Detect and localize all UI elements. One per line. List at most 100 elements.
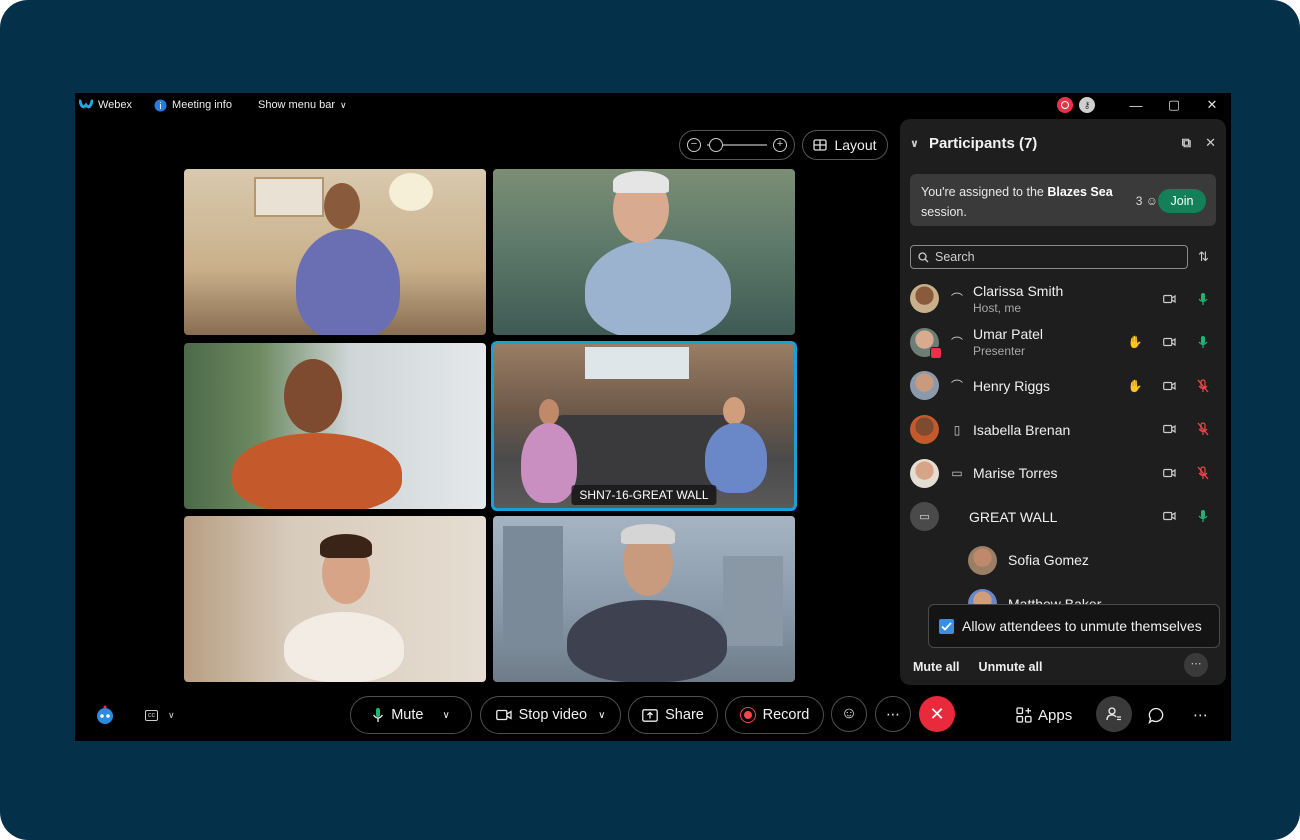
- minimize-button[interactable]: —: [1117, 93, 1155, 117]
- allow-unmute-option[interactable]: Allow attendees to unmute themselves: [928, 604, 1220, 648]
- join-session-button[interactable]: Join: [1158, 189, 1206, 213]
- overflow-menu-button[interactable]: ⋯: [1193, 696, 1208, 734]
- captions-button[interactable]: cc ∨: [145, 696, 175, 734]
- webex-assistant-icon: [97, 705, 113, 724]
- record-button[interactable]: Record: [725, 696, 824, 734]
- sort-icon[interactable]: ⇅: [1198, 249, 1209, 265]
- participant-row[interactable]: Sofia Gomez: [900, 539, 1226, 583]
- participant-name: Henry Riggs: [973, 377, 1051, 394]
- avatar: [910, 284, 939, 314]
- participant-name: Marise Torres: [973, 465, 1058, 482]
- zoom-slider[interactable]: [707, 138, 767, 152]
- video-camera-icon: [1162, 292, 1176, 306]
- tile-person-head: [324, 183, 360, 229]
- participant-row-room[interactable]: ▭ GREAT WALL: [900, 495, 1226, 539]
- zoom-out-icon[interactable]: −: [687, 138, 701, 152]
- participant-text: Clarissa Smith Host, me: [973, 282, 1063, 316]
- panel-footer: Mute all Unmute all: [900, 653, 1226, 681]
- mute-all-button[interactable]: Mute all: [913, 660, 960, 674]
- reactions-button[interactable]: ☺: [831, 696, 867, 732]
- close-window-button[interactable]: ✕: [1193, 93, 1231, 117]
- record-label: Record: [762, 707, 810, 723]
- end-call-button[interactable]: ✕: [919, 696, 955, 732]
- chevron-down-icon[interactable]: ∨: [442, 710, 449, 721]
- layout-button[interactable]: Layout: [802, 130, 888, 160]
- zoom-slider-knob[interactable]: [709, 138, 723, 152]
- unmute-all-button[interactable]: Unmute all: [979, 660, 1043, 674]
- meeting-controls-bar: cc ∨ Mute ∨ Stop video ∨ Share Record ☺ …: [75, 693, 1231, 737]
- video-tile-great-wall[interactable]: SHN7-16-GREAT WALL: [491, 341, 797, 511]
- meeting-info-button[interactable]: i Meeting info: [154, 99, 232, 112]
- show-menu-bar-button[interactable]: Show menu bar ∨: [258, 99, 347, 111]
- more-dots-icon: ⋯: [1193, 707, 1208, 724]
- tile-hair: [613, 171, 669, 193]
- layout-grid-icon: [813, 139, 828, 151]
- avatar: [910, 458, 939, 488]
- search-icon: [918, 251, 929, 262]
- participant-list: ⌒ Clarissa Smith Host, me ⌒ Umar Patel P…: [900, 277, 1226, 626]
- tile-person-body: [705, 423, 767, 493]
- microphone-on-icon[interactable]: [1196, 292, 1210, 306]
- participant-row[interactable]: ⌒ Henry Riggs ✋: [900, 364, 1226, 408]
- close-panel-icon[interactable]: ✕: [1205, 135, 1216, 151]
- tile-person-body: [284, 612, 404, 682]
- tile-person-head: [723, 397, 745, 425]
- avatar: [968, 545, 997, 575]
- video-camera-icon: [1162, 379, 1176, 393]
- tile-person-body: [521, 423, 577, 503]
- raised-hand-icon: ✋: [1127, 378, 1143, 393]
- checkbox-checked-icon[interactable]: [939, 618, 954, 634]
- more-options-button[interactable]: ⋯: [875, 696, 911, 732]
- participant-row[interactable]: ▯ Isabella Brenan: [900, 408, 1226, 452]
- collapse-chevron-icon[interactable]: ∨: [910, 137, 919, 150]
- panel-more-options-button[interactable]: ⋯: [1184, 653, 1208, 677]
- video-tile-henry[interactable]: [493, 516, 795, 682]
- assign-suffix: session.: [921, 205, 967, 219]
- participant-row[interactable]: ▭ Marise Torres: [900, 451, 1226, 495]
- meeting-info-icon: i: [154, 99, 167, 112]
- share-label: Share: [665, 707, 704, 723]
- maximize-button[interactable]: ▢: [1155, 93, 1193, 117]
- webex-meeting-window: Webex i Meeting info Show menu bar ∨ ⚷ —…: [75, 93, 1231, 741]
- participants-toggle-button[interactable]: [1096, 696, 1132, 732]
- participant-name: Umar Patel: [973, 326, 1044, 343]
- video-tile-marise[interactable]: [184, 516, 486, 682]
- participant-name: Isabella Brenan: [973, 421, 1071, 438]
- record-icon: [739, 707, 756, 723]
- participant-row[interactable]: ⌒ Clarissa Smith Host, me: [900, 277, 1226, 321]
- participants-title: Participants (7): [928, 134, 1038, 152]
- popout-icon[interactable]: ⧉: [1182, 135, 1191, 151]
- share-button[interactable]: Share: [628, 696, 718, 734]
- video-tile-clarissa[interactable]: [184, 169, 486, 335]
- mute-button[interactable]: Mute ∨: [350, 696, 472, 734]
- participant-status-icons: [1162, 277, 1210, 320]
- participant-text: GREAT WALL: [969, 508, 1057, 526]
- tile-lamp: [389, 173, 433, 211]
- microphone-muted-icon[interactable]: [1196, 466, 1210, 480]
- webex-logo-item: Webex: [79, 99, 132, 111]
- desktop-icon: ▭: [951, 466, 963, 481]
- microphone-on-icon[interactable]: [1196, 509, 1210, 523]
- participant-text: Sofia Gomez: [1008, 551, 1089, 569]
- webex-assistant-button[interactable]: [94, 696, 116, 734]
- microphone-muted-icon[interactable]: [1196, 379, 1210, 393]
- video-tile-isabella[interactable]: [184, 343, 486, 509]
- participant-row[interactable]: ⌒ Umar Patel Presenter ✋: [900, 321, 1226, 365]
- assign-prefix: You're assigned to the: [921, 185, 1048, 199]
- apps-button[interactable]: Apps: [1016, 696, 1072, 734]
- participant-search-input[interactable]: Search: [910, 245, 1188, 269]
- microphone-muted-icon[interactable]: [1196, 422, 1210, 436]
- stop-video-label: Stop video: [518, 707, 588, 723]
- desktop-background: Webex i Meeting info Show menu bar ∨ ⚷ —…: [0, 0, 1300, 840]
- participants-header: ∨ Participants (7) ⧉ ✕: [910, 131, 1216, 155]
- chevron-down-icon[interactable]: ∨: [598, 710, 605, 721]
- tile-person-body: [585, 239, 731, 335]
- microphone-on-icon[interactable]: [1196, 335, 1210, 349]
- participant-text: Marise Torres: [973, 464, 1058, 482]
- participant-status-icons: ✋: [1128, 321, 1210, 364]
- zoom-in-icon[interactable]: +: [773, 138, 787, 152]
- stop-video-button[interactable]: Stop video ∨: [480, 696, 621, 734]
- chat-button[interactable]: [1148, 696, 1165, 734]
- video-camera-icon: [1162, 509, 1176, 523]
- video-tile-umar[interactable]: [493, 169, 795, 335]
